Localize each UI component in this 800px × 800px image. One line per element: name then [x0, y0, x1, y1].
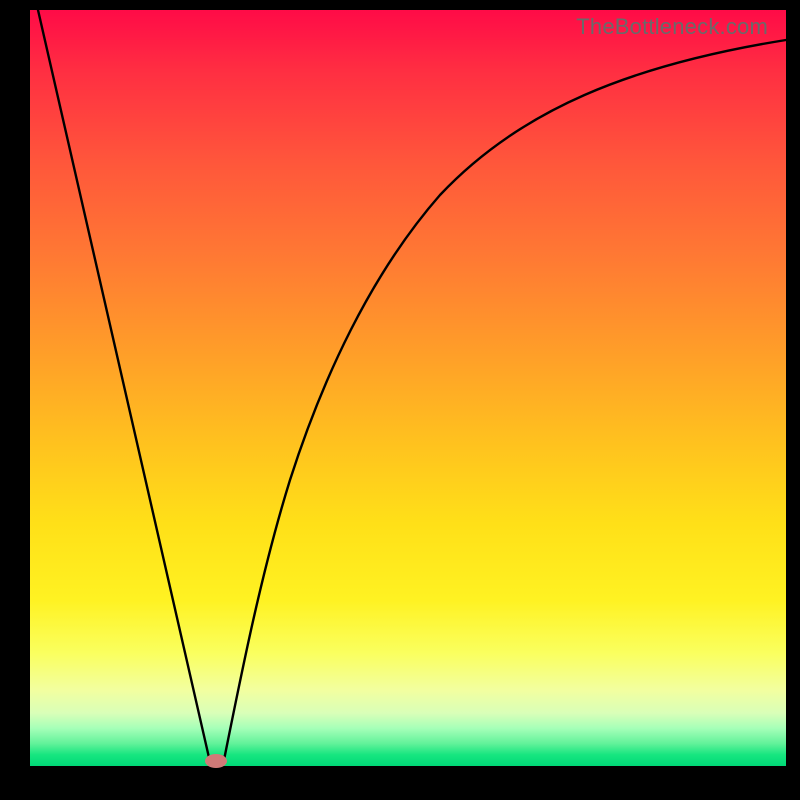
optimal-marker	[205, 754, 227, 768]
curve-left-limb	[38, 10, 210, 762]
bottleneck-curve	[30, 10, 786, 766]
curve-right-limb	[224, 40, 786, 760]
plot-area: TheBottleneck.com	[30, 10, 786, 766]
chart-frame: TheBottleneck.com	[0, 0, 800, 800]
